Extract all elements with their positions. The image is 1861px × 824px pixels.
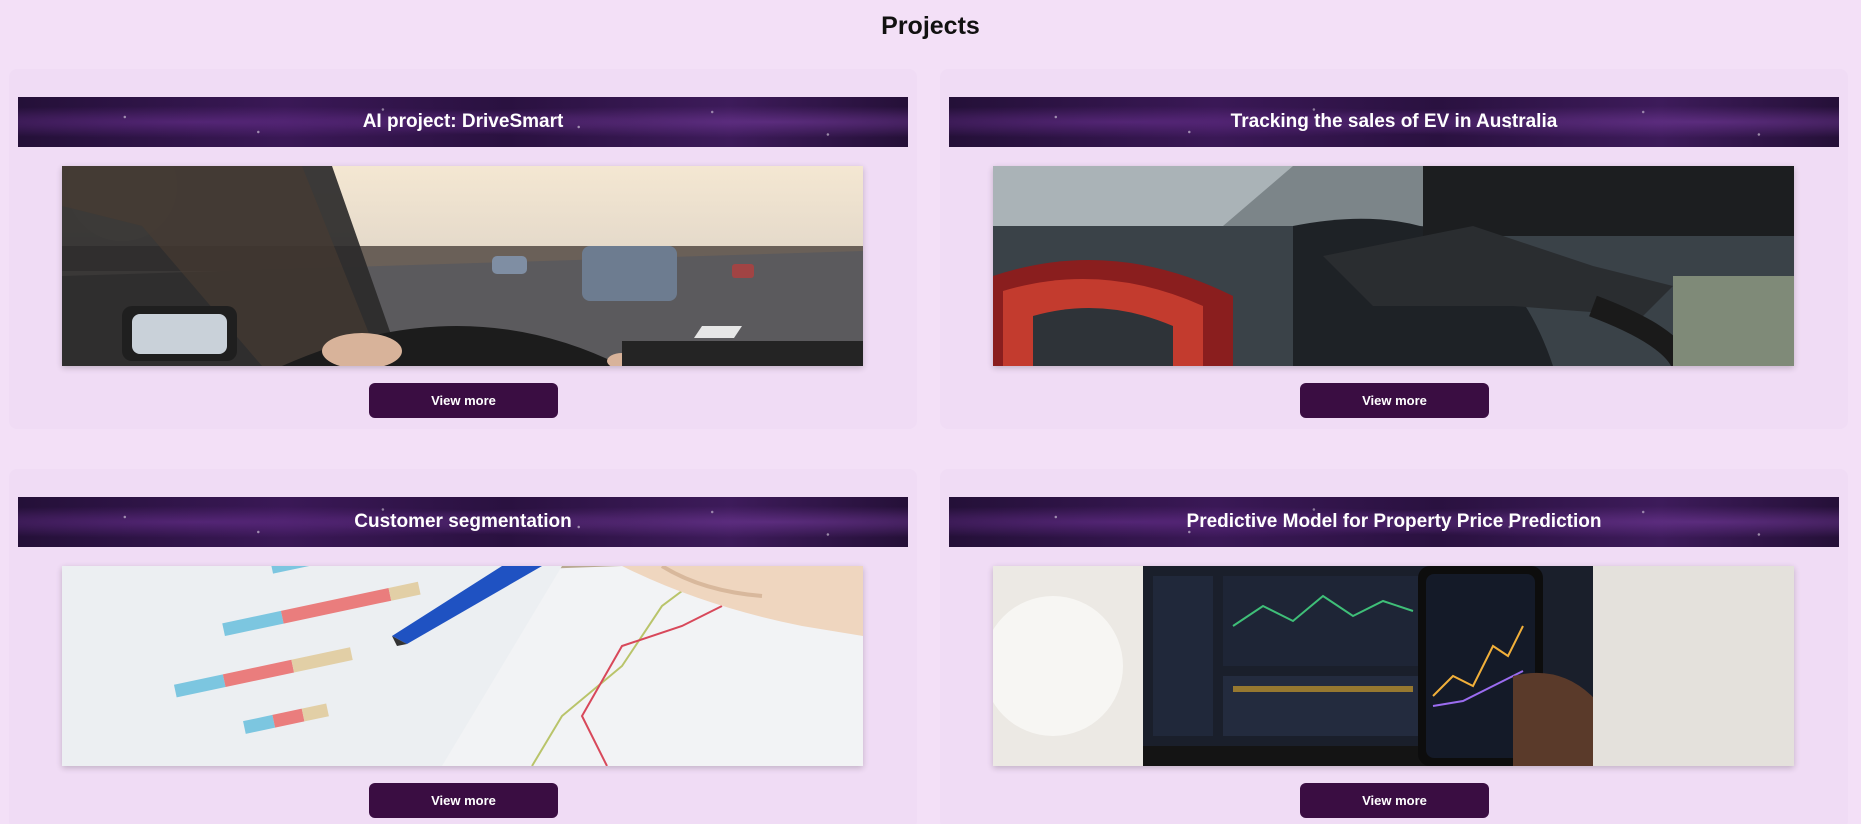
project-image-customer-segmentation (62, 566, 863, 766)
project-image-drivesmart (62, 166, 863, 366)
project-banner: Tracking the sales of EV in Australia (949, 97, 1839, 147)
project-title: AI project: DriveSmart (362, 111, 564, 132)
project-image-property-price (993, 566, 1794, 766)
view-more-button[interactable]: View more (1300, 783, 1489, 818)
project-banner: AI project: DriveSmart (18, 97, 908, 147)
project-banner: Predictive Model for Property Price Pred… (949, 497, 1839, 547)
view-more-button[interactable]: View more (1300, 383, 1489, 418)
page-title: Projects (881, 12, 980, 40)
project-banner: Customer segmentation (18, 497, 908, 547)
project-image-ev-sales (993, 166, 1794, 366)
project-card-customer-segmentation: Customer segmentation View more (9, 469, 917, 824)
view-more-button[interactable]: View more (369, 783, 558, 818)
view-more-button[interactable]: View more (369, 383, 558, 418)
project-card-ev-sales: Tracking the sales of EV in Australia Vi… (940, 69, 1848, 429)
project-card-drivesmart: AI project: DriveSmart View more (9, 69, 917, 429)
project-title: Customer segmentation (354, 511, 572, 532)
project-title: Tracking the sales of EV in Australia (1230, 111, 1558, 132)
project-title: Predictive Model for Property Price Pred… (1186, 511, 1602, 532)
project-card-property-price: Predictive Model for Property Price Pred… (940, 469, 1848, 824)
